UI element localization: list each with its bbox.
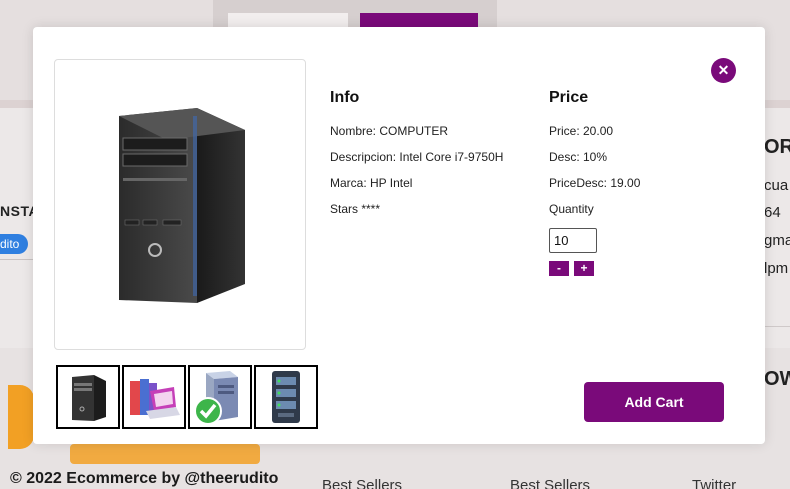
bg-right-text: gma [764, 232, 790, 249]
bg-copyright: © 2022 Ecommerce by @theerudito [10, 470, 279, 487]
bg-logo-shape [8, 385, 34, 449]
product-price: Price: 20.00 [549, 124, 614, 138]
bg-logo-shape [70, 444, 260, 464]
quantity-label: Quantity [549, 202, 594, 216]
thumbnail-computer[interactable] [56, 365, 120, 429]
computer-tower-icon [119, 108, 245, 303]
quantity-input[interactable] [549, 228, 597, 253]
thumbnail-laptop-books[interactable] [122, 365, 186, 429]
quantity-increment-button[interactable]: + [574, 261, 594, 276]
bg-footer-link: Best Sellers [322, 477, 403, 489]
product-discount: Desc: 10% [549, 150, 608, 164]
quantity-decrement-button[interactable]: - [549, 261, 569, 276]
add-cart-button[interactable]: Add Cart [584, 382, 724, 422]
close-icon[interactable]: ✕ [711, 58, 736, 83]
laptop-books-icon [130, 379, 180, 419]
server-check-icon [194, 371, 238, 425]
bg-footer-link: Best Sellers [510, 477, 591, 489]
price-title: Price [549, 89, 589, 106]
bg-left-button: dito [0, 234, 28, 254]
product-brand: Marca: HP Intel [330, 176, 413, 190]
thumbnail-strip [56, 365, 318, 429]
product-description: Descripcion: Intel Core i7-9750H [330, 150, 504, 164]
bg-right-text: 64 [764, 204, 781, 221]
bg-right-text: OW [764, 368, 790, 390]
bg-divider [764, 326, 790, 327]
product-name: Nombre: COMPUTER [330, 124, 449, 138]
bg-right-text: cua [764, 177, 789, 194]
product-price-discounted: PriceDesc: 19.00 [549, 176, 641, 190]
thumbnail-server-check[interactable] [188, 365, 252, 429]
bg-right-text: OR [764, 136, 790, 158]
bg-divider [0, 259, 34, 260]
thumbnail-server-rack[interactable] [254, 365, 318, 429]
info-title: Info [330, 89, 360, 106]
server-rack-icon [272, 371, 300, 423]
bg-footer-link: Twitter [692, 477, 737, 489]
computer-tower-icon [72, 375, 106, 421]
product-stars: Stars **** [330, 202, 381, 216]
product-main-image [54, 59, 306, 350]
product-modal: Info Nombre: COMPUTER Descripcion: Intel… [33, 27, 765, 444]
bg-right-text: lpm [764, 260, 789, 277]
